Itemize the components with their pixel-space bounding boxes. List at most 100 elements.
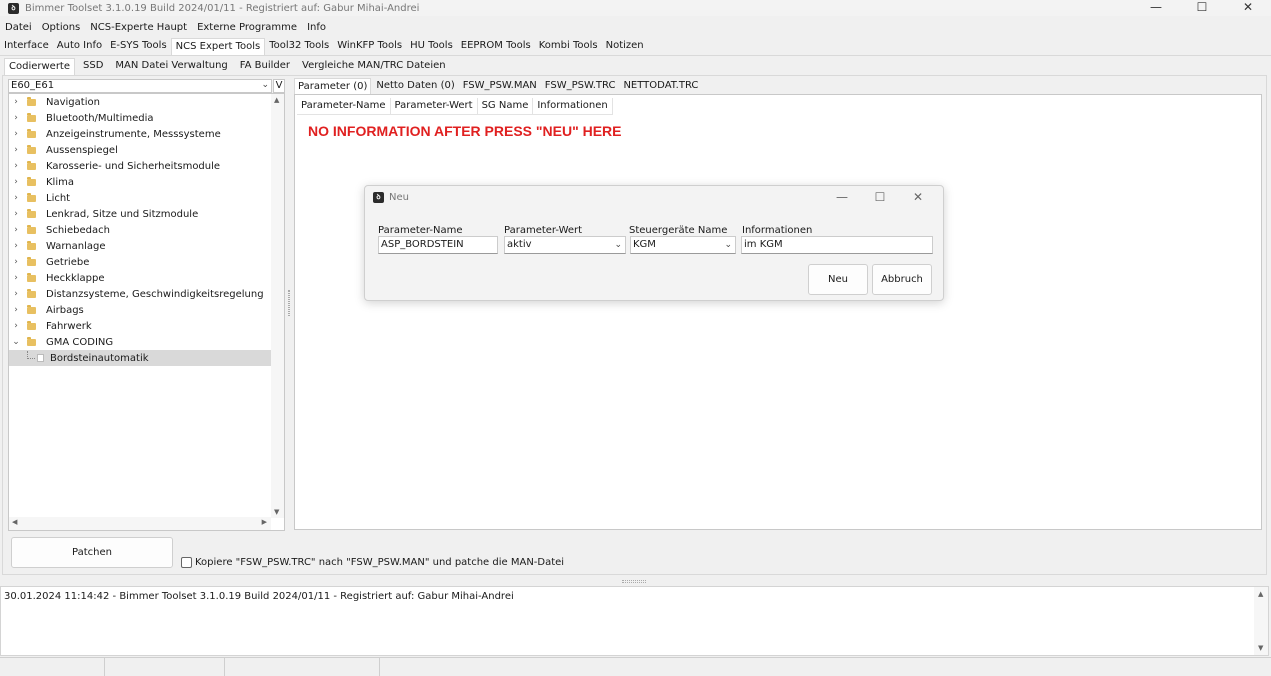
tree-item[interactable]: › Karosserie- und Sicherheitsmodule (9, 158, 271, 174)
v-button[interactable]: V (273, 79, 285, 93)
close-icon[interactable]: ✕ (1225, 0, 1271, 16)
tree-item[interactable]: › Distanzsysteme, Geschwindigkeitsregelun… (9, 286, 271, 302)
menu-ncs-experte-haupt[interactable]: NCS-Experte Haupt (85, 22, 192, 33)
tree-item[interactable]: › Bluetooth/Multimedia (9, 110, 271, 126)
abbruch-button[interactable]: Abbruch (872, 264, 932, 295)
tab-notizen[interactable]: Notizen (602, 38, 648, 55)
tab-winkfp-tools[interactable]: WinKFP Tools (333, 38, 406, 55)
chevron-right-icon[interactable]: › (11, 97, 21, 107)
chevron-right-icon[interactable]: › (11, 273, 21, 283)
tree-item[interactable]: › Fahrwerk (9, 318, 271, 334)
parameter-wert-select[interactable]: aktiv ⌄ (504, 236, 626, 254)
chevron-right-icon[interactable]: › (11, 113, 21, 123)
tab-ssd[interactable]: SSD (79, 58, 107, 75)
close-icon[interactable]: ✕ (899, 190, 937, 204)
scroll-right-icon[interactable]: ▶ (262, 518, 267, 526)
tree-item[interactable]: › Navigation (9, 94, 271, 110)
chevron-right-icon[interactable]: › (11, 161, 21, 171)
tree-item[interactable]: › Licht (9, 190, 271, 206)
folder-icon (27, 128, 36, 138)
tab-netto-daten[interactable]: Netto Daten (0) (373, 78, 457, 95)
tree-item[interactable]: › Anzeigeinstrumente, Messsysteme (9, 126, 271, 142)
tab-eeprom-tools[interactable]: EEPROM Tools (457, 38, 535, 55)
tree-vertical-scrollbar[interactable]: ▲ ▼ (271, 94, 284, 518)
tab-parameter[interactable]: Parameter (0) (294, 78, 372, 95)
chevron-right-icon[interactable]: › (11, 209, 21, 219)
chevron-down-icon[interactable]: ⌄ (11, 337, 21, 347)
scroll-down-icon[interactable]: ▼ (274, 508, 279, 516)
model-select[interactable]: E60_E61 ⌄ (8, 79, 272, 93)
chevron-right-icon[interactable]: › (11, 241, 21, 251)
tab-esys-tools[interactable]: E-SYS Tools (106, 38, 171, 55)
log-vertical-scrollbar[interactable]: ▲ ▼ (1254, 587, 1268, 655)
horizontal-splitter-handle[interactable] (622, 580, 646, 583)
coding-tree[interactable]: › Navigation › Bluetooth/Multimedia › Anzei… (8, 93, 285, 531)
tab-auto-info[interactable]: Auto Info (53, 38, 106, 55)
column-header[interactable]: Parameter-Wert (390, 98, 478, 115)
folder-icon (27, 176, 36, 186)
tree-horizontal-scrollbar[interactable]: ◀ ▶ (9, 517, 271, 530)
tab-hu-tools[interactable]: HU Tools (406, 38, 457, 55)
minimize-icon[interactable]: — (823, 190, 861, 204)
tab-kombi-tools[interactable]: Kombi Tools (535, 38, 602, 55)
chevron-right-icon[interactable]: › (11, 129, 21, 139)
chevron-right-icon[interactable]: › (11, 321, 21, 331)
scroll-left-icon[interactable]: ◀ (12, 518, 17, 526)
tab-fa-builder[interactable]: FA Builder (236, 58, 294, 75)
tab-interface[interactable]: Interface (0, 38, 53, 55)
column-header[interactable]: Informationen (533, 98, 613, 115)
tab-codierwerte[interactable]: Codierwerte (4, 58, 76, 75)
tree-item-selected[interactable]: Bordsteinautomatik (9, 350, 271, 366)
chevron-right-icon[interactable]: › (11, 193, 21, 203)
informationen-input[interactable]: im KGM (741, 236, 933, 254)
tab-nettodat-trc[interactable]: NETTODAT.TRC (620, 78, 701, 95)
menu-info[interactable]: Info (302, 22, 331, 33)
column-header[interactable]: SG Name (477, 98, 534, 115)
patchen-button[interactable]: Patchen (11, 537, 173, 568)
scroll-down-icon[interactable]: ▼ (1258, 644, 1263, 652)
tree-item-label: Navigation (46, 96, 100, 108)
chevron-right-icon[interactable]: › (11, 305, 21, 315)
chevron-right-icon[interactable]: › (11, 145, 21, 155)
chevron-right-icon[interactable]: › (11, 177, 21, 187)
menu-options[interactable]: Options (37, 22, 86, 33)
parameter-name-input[interactable]: ASP_BORDSTEIN (378, 236, 498, 254)
tree-item[interactable]: › Getriebe (9, 254, 271, 270)
chevron-right-icon[interactable]: › (11, 257, 21, 267)
tree-item-label: Warnanlage (46, 240, 106, 252)
maximize-icon[interactable]: ☐ (861, 190, 899, 204)
copy-trc-checkbox[interactable] (181, 557, 192, 568)
neu-button[interactable]: Neu (808, 264, 868, 295)
steuergeraete-name-select[interactable]: KGM ⌄ (630, 236, 736, 254)
tree-item[interactable]: › Schiebedach (9, 222, 271, 238)
tree-item[interactable]: › Airbags (9, 302, 271, 318)
tree-item[interactable]: › Lenkrad, Sitze und Sitzmodule (9, 206, 271, 222)
menu-datei[interactable]: Datei (0, 22, 37, 33)
copy-trc-checkbox-label[interactable]: Kopiere "FSW_PSW.TRC" nach "FSW_PSW.MAN"… (195, 557, 564, 568)
parameter-grid-panel: Parameter-Name Parameter-Wert SG Name In… (294, 94, 1262, 530)
tab-ncs-expert-tools[interactable]: NCS Expert Tools (170, 38, 266, 55)
tab-tool32-tools[interactable]: Tool32 Tools (265, 38, 333, 55)
maximize-icon[interactable]: ☐ (1179, 0, 1225, 16)
chevron-right-icon[interactable]: › (11, 225, 21, 235)
vertical-splitter-handle[interactable] (288, 290, 290, 316)
menu-externe-programme[interactable]: Externe Programme (192, 22, 302, 33)
tree-item-label: Heckklappe (46, 272, 105, 284)
tree-item[interactable]: ⌄ GMA CODING (9, 334, 271, 350)
tree-item[interactable]: › Klima (9, 174, 271, 190)
tab-fsw-psw-man[interactable]: FSW_PSW.MAN (460, 78, 540, 95)
column-header[interactable]: Parameter-Name (297, 98, 391, 115)
tab-vergleiche-man-trc[interactable]: Vergleiche MAN/TRC Dateien (298, 58, 450, 75)
tab-man-datei-verwaltung[interactable]: MAN Datei Verwaltung (111, 58, 231, 75)
scroll-up-icon[interactable]: ▲ (274, 96, 279, 104)
tab-fsw-psw-trc[interactable]: FSW_PSW.TRC (542, 78, 619, 95)
minimize-icon[interactable]: — (1133, 0, 1179, 16)
tree-item[interactable]: › Warnanlage (9, 238, 271, 254)
scroll-up-icon[interactable]: ▲ (1258, 590, 1263, 598)
new-parameter-dialog: ꝺ Neu — ☐ ✕ Parameter-Name ASP_BORDSTEIN… (364, 185, 944, 301)
tree-item[interactable]: › Aussenspiegel (9, 142, 271, 158)
chevron-right-icon[interactable]: › (11, 289, 21, 299)
tree-item[interactable]: › Heckklappe (9, 270, 271, 286)
status-segment (0, 658, 105, 676)
tree-item-label: Getriebe (46, 256, 90, 268)
